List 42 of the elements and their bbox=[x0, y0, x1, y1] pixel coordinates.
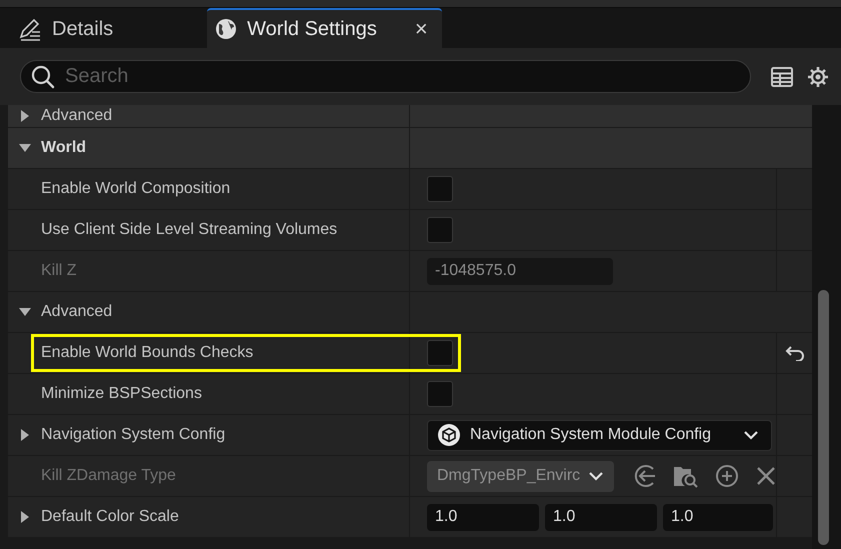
table-icon[interactable] bbox=[771, 66, 793, 86]
number-field[interactable]: 1.0 bbox=[427, 504, 539, 530]
property-label: Minimize BSPSections bbox=[41, 385, 202, 403]
group-label: Advanced bbox=[41, 107, 112, 125]
close-icon[interactable] bbox=[755, 465, 778, 487]
chevron-down-icon bbox=[743, 430, 759, 440]
tab[interactable]: Details bbox=[12, 8, 126, 48]
property-label: Kill ZDamage Type bbox=[41, 467, 176, 485]
caret-right-icon[interactable] bbox=[19, 429, 31, 441]
property-label: Kill Z bbox=[41, 262, 77, 280]
folder-search-icon[interactable] bbox=[673, 464, 700, 488]
search-icon bbox=[31, 64, 55, 88]
property-label: Default Color Scale bbox=[41, 508, 179, 526]
close-icon[interactable]: × bbox=[414, 18, 428, 40]
tab[interactable]: World Settings × bbox=[207, 8, 442, 48]
dropdown[interactable]: Navigation System Module Config bbox=[427, 420, 772, 450]
checkbox[interactable] bbox=[427, 381, 453, 407]
property-label: Enable World Composition bbox=[41, 180, 230, 198]
property-label: Navigation System Config bbox=[41, 426, 226, 444]
globe-icon bbox=[215, 18, 238, 40]
caret-down-icon[interactable] bbox=[19, 306, 31, 318]
property-label: Enable World Bounds Checks bbox=[41, 344, 254, 362]
checkbox[interactable] bbox=[427, 176, 453, 202]
settings-icon[interactable] bbox=[807, 66, 829, 88]
checkbox[interactable] bbox=[427, 217, 453, 243]
chevron-down-icon bbox=[588, 471, 604, 481]
number-field[interactable]: 1.0 bbox=[663, 504, 773, 530]
caret-down-icon[interactable] bbox=[19, 142, 31, 154]
property-label: Use Client Side Level Streaming Volumes bbox=[41, 221, 338, 239]
plus-circle-icon[interactable] bbox=[715, 464, 740, 488]
checkbox[interactable] bbox=[427, 340, 453, 366]
category-label: World bbox=[41, 139, 86, 157]
group-label: Advanced bbox=[41, 303, 112, 321]
caret-right-icon[interactable] bbox=[19, 511, 31, 523]
caret-right-icon[interactable] bbox=[19, 110, 31, 122]
edit-list-icon bbox=[18, 17, 42, 41]
search-field[interactable]: Search bbox=[20, 60, 751, 93]
reset-arrow-icon[interactable] bbox=[784, 345, 804, 361]
arrow-left-circle-icon[interactable] bbox=[633, 464, 658, 488]
cube-icon bbox=[438, 424, 460, 446]
scrollbar-thumb[interactable] bbox=[818, 290, 829, 545]
number-field[interactable]: 1.0 bbox=[545, 504, 657, 530]
